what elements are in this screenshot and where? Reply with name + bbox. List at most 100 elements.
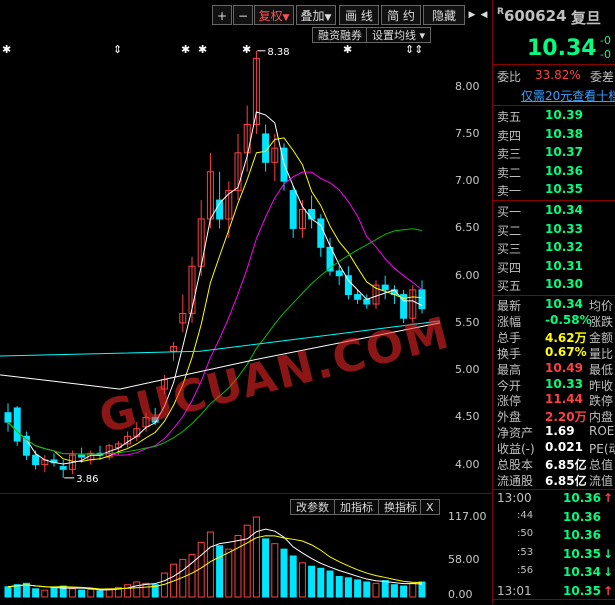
tick-price: 10.35 [563, 583, 601, 598]
stat-row-right-label: ROE [589, 424, 615, 439]
volume-bar [308, 565, 316, 598]
sell-level-row-value: 10.37 [545, 145, 583, 159]
weibi-row: 委比 33.82% 委差 [493, 64, 615, 85]
tick-arrow-icon: ↓ [603, 565, 614, 579]
price-tick-label: 4.50 [455, 410, 480, 424]
volume-bar [335, 575, 343, 598]
change-sign: -0 [600, 34, 611, 47]
volume-bar [344, 577, 352, 598]
volume-bar [409, 582, 417, 598]
sell-level-row: 卖一 10.35 [493, 182, 615, 201]
volume-tick-label: 0.00 [448, 588, 473, 601]
volume-bar [206, 531, 214, 598]
volume-bar [372, 582, 380, 598]
volume-bar [298, 562, 306, 598]
restore-rights-label: 复权 [258, 9, 283, 23]
volume-bar [50, 586, 58, 598]
price-tick-label: 6.00 [455, 268, 480, 282]
stat-row-right-label: PE(动) [589, 442, 615, 457]
stock-code: R600624 [497, 7, 567, 25]
tick-price: 10.36 [563, 491, 601, 505]
zoom-in-button[interactable]: + [212, 5, 232, 25]
level10-promo-link[interactable]: 仅需20元查看十档 [521, 87, 615, 104]
panel-divider [492, 489, 615, 490]
stat-row-label: 最高 [497, 362, 522, 377]
volume-chart[interactable] [0, 497, 490, 604]
sell-level-row-value: 10.36 [545, 163, 583, 178]
sell-level-row-label: 卖四 [497, 128, 522, 143]
stat-row-label: 涨停 [497, 394, 522, 409]
overlay-label: 叠加 [300, 9, 325, 23]
sell-level-row: 卖二 10.36 [493, 164, 615, 183]
buy-level-row-label: 买四 [497, 260, 522, 275]
change-sign-2: -0 [600, 48, 611, 61]
stat-row-right-label: 内盘 [589, 410, 614, 425]
volume-bar [225, 548, 233, 598]
stat-row-label: 收益(-) [497, 442, 535, 457]
volume-tick-label: 117.00 [448, 510, 487, 523]
volume-bar [124, 584, 132, 598]
stat-row-right-label: 总值 [589, 458, 614, 472]
play-icon[interactable]: ▶ [466, 5, 478, 25]
sell-level-row-label: 卖一 [497, 184, 522, 198]
candle-body [13, 407, 21, 442]
tick-time: 13:01 [497, 583, 532, 598]
sell-level-row: 卖四 10.38 [493, 127, 615, 146]
stat-row-right-label: 金额 [589, 330, 614, 345]
candle-body [363, 298, 371, 305]
candlestick-chart[interactable]: 8.38 3.86 [0, 30, 440, 493]
zoom-out-button[interactable]: − [233, 5, 253, 25]
volume-bar [326, 570, 334, 598]
volume-bar [78, 589, 86, 598]
stat-row-right-label: 涨跌 [589, 314, 614, 329]
volume-bar [133, 581, 141, 598]
stat-row-right-label: 昨收 [589, 378, 614, 393]
candle-body [308, 209, 316, 220]
stat-row-label: 涨幅 [497, 314, 522, 329]
tick-time: :50 [517, 528, 534, 539]
tick-row: 13:01 10.35 ↑ [493, 584, 615, 605]
draw-line-button[interactable]: 画 线 [339, 5, 379, 25]
sell-level-row-value: 10.38 [545, 126, 583, 141]
sell-level-row: 卖五 10.39 [493, 108, 615, 127]
volume-bar [216, 545, 224, 598]
volume-bar [354, 579, 362, 598]
buy-level-row-value: 10.32 [545, 240, 583, 254]
price-tick-label: 4.00 [455, 457, 480, 471]
price-tick-label: 7.50 [455, 126, 480, 140]
buy-level-row: 买五 10.30 [493, 277, 615, 296]
low-label: 3.86 [76, 474, 98, 485]
candle-body [289, 190, 297, 229]
brief-button[interactable]: 简 约 [381, 5, 421, 25]
high-label: 8.38 [267, 47, 289, 58]
buy-level-row-value: 10.31 [545, 258, 583, 273]
volume-bar [289, 555, 297, 598]
candle-body [335, 270, 343, 277]
stat-row-label: 总股本 [497, 458, 534, 472]
hide-button[interactable]: 隐藏 [423, 5, 465, 25]
buy-level-row-value: 10.33 [545, 221, 583, 236]
tick-time: 13:00 [497, 491, 532, 505]
price-tick-label: 7.00 [455, 174, 480, 188]
weibi-value: 33.82% [535, 68, 581, 82]
volume-bar [13, 584, 21, 598]
price-tick-label: 6.50 [455, 221, 480, 235]
current-price: 10.34 [527, 36, 597, 61]
volume-bar [243, 524, 251, 598]
panel-divider [492, 105, 615, 106]
tick-time: :56 [517, 565, 534, 576]
buy-level-row-value: 10.30 [545, 277, 583, 291]
stat-row-label: 净资产 [497, 426, 534, 441]
tick-time: :53 [517, 546, 534, 558]
overlay-button[interactable]: 叠加▼ [296, 5, 336, 25]
volume-bar [96, 590, 104, 598]
volume-bar [41, 589, 49, 598]
volume-bar [317, 567, 325, 598]
stat-row-label: 外盘 [497, 410, 522, 425]
volume-bar [363, 581, 371, 598]
volume-bar [234, 534, 242, 598]
buy-level-row-label: 买五 [497, 279, 522, 293]
volume-bar [381, 580, 389, 598]
prev-icon[interactable]: ◀ [478, 5, 490, 25]
restore-rights-button[interactable]: 复权▼ [254, 5, 294, 25]
